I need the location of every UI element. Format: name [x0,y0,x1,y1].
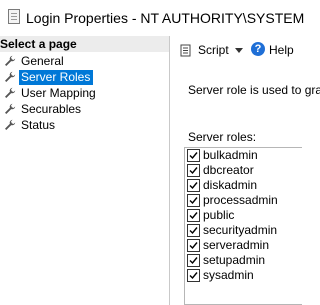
page-item-status[interactable]: Status [0,117,169,133]
window-title: Login Properties - NT AUTHORITY\SYSTEM [26,10,305,26]
page-item-securables[interactable]: Securables [0,101,169,117]
content-pane: Script ? Help Server role is used to gra… [170,36,320,305]
role-row-setupadmin[interactable]: setupadmin [185,253,302,268]
role-checkbox[interactable] [187,209,200,222]
server-roles-label: Server roles: [188,130,257,144]
role-checkbox[interactable] [187,269,200,282]
page-item-general[interactable]: General [0,53,169,69]
page-item-label: Status [21,118,56,132]
role-row-bulkadmin[interactable]: bulkadmin [185,148,302,163]
role-label: setupadmin [203,253,266,267]
chevron-down-icon[interactable] [235,48,243,53]
role-checkbox[interactable] [187,164,200,177]
page-selector-pane: Select a page General Server Roles User … [0,36,170,305]
role-row-securityadmin[interactable]: securityadmin [185,223,302,238]
page-item-server-roles[interactable]: Server Roles [0,69,169,85]
page-list: General Server Roles User Mapping Secura… [0,53,169,133]
role-row-dbcreator[interactable]: dbcreator [185,163,302,178]
role-label: serveradmin [203,238,270,252]
role-checkbox[interactable] [187,179,200,192]
page-item-label: Server Roles [19,70,94,85]
role-label: public [203,208,235,222]
script-button[interactable]: Script [198,43,229,57]
role-label: diskadmin [203,178,258,192]
select-page-header: Select a page [0,36,169,52]
role-checkbox[interactable] [187,254,200,267]
role-row-diskadmin[interactable]: diskadmin [185,178,302,193]
title-bar: Login Properties - NT AUTHORITY\SYSTEM [0,0,305,36]
help-icon[interactable]: ? [251,42,265,56]
server-roles-list: bulkadmin dbcreator diskadmin processadm… [184,147,302,305]
role-label: securityadmin [203,223,278,237]
role-checkbox[interactable] [187,224,200,237]
role-row-serveradmin[interactable]: serveradmin [185,238,302,253]
role-checkbox[interactable] [187,149,200,162]
wrench-icon [5,119,16,130]
page-item-label: Securables [21,102,82,116]
script-icon[interactable] [180,44,193,57]
role-checkbox[interactable] [187,239,200,252]
page-item-label: User Mapping [21,86,96,100]
window-icon [8,9,20,24]
wrench-icon [5,71,16,82]
wrench-icon [5,55,16,66]
help-button[interactable]: Help [269,43,294,57]
role-row-processadmin[interactable]: processadmin [185,193,302,208]
role-checkbox[interactable] [187,194,200,207]
role-label: dbcreator [203,163,254,177]
role-label: processadmin [203,193,278,207]
role-row-public[interactable]: public [185,208,302,223]
page-item-user-mapping[interactable]: User Mapping [0,85,169,101]
wrench-icon [5,87,16,98]
role-row-sysadmin[interactable]: sysadmin [185,268,302,283]
role-label: bulkadmin [203,148,258,162]
toolbar: Script ? Help [170,36,302,64]
role-label: sysadmin [203,268,254,282]
wrench-icon [5,103,16,114]
role-description: Server role is used to gra [188,83,320,97]
page-item-label: General [21,54,64,68]
